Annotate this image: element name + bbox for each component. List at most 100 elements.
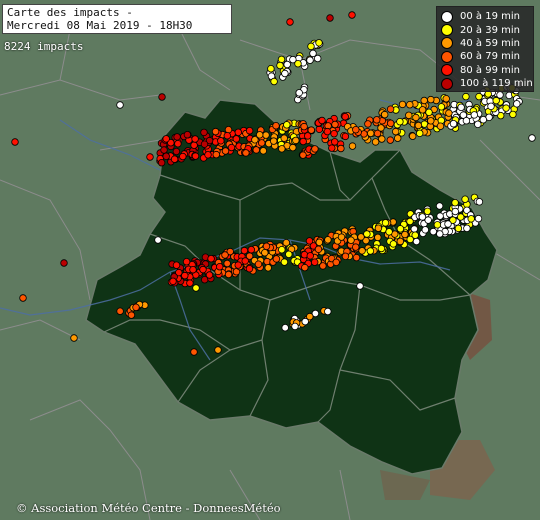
impact-dot bbox=[221, 147, 230, 155]
impact-dot bbox=[146, 153, 154, 161]
impact-dot bbox=[254, 260, 263, 268]
impact-dot bbox=[214, 346, 222, 354]
impact-dot bbox=[436, 122, 445, 130]
impact-dot bbox=[157, 158, 166, 167]
impact-dot bbox=[341, 132, 350, 141]
impact-dot bbox=[11, 138, 19, 146]
impact-dot bbox=[172, 147, 181, 156]
impact-dot bbox=[474, 120, 482, 128]
impact-dot bbox=[463, 224, 471, 232]
impact-dot bbox=[454, 224, 463, 233]
impact-dot bbox=[437, 103, 446, 111]
impact-dot bbox=[406, 235, 414, 244]
legend-label: 40 à 59 min bbox=[460, 37, 520, 49]
impact-dot bbox=[116, 101, 124, 109]
impact-dot bbox=[281, 324, 289, 332]
impact-dot bbox=[487, 102, 495, 110]
impact-dot bbox=[116, 307, 124, 315]
legend-swatch bbox=[441, 24, 453, 37]
impact-dot bbox=[262, 131, 270, 139]
impact-dot bbox=[234, 261, 242, 269]
impact-dot bbox=[363, 230, 371, 238]
impact-dot bbox=[474, 214, 483, 223]
impact-dot bbox=[315, 238, 323, 246]
impact-dot bbox=[224, 270, 233, 279]
impact-dot bbox=[311, 145, 319, 153]
impact-dot bbox=[245, 126, 254, 135]
impact-dot bbox=[331, 138, 339, 146]
impact-dot bbox=[174, 139, 182, 148]
lightning-map[interactable]: Carte des impacts - Mercredi 08 Mai 2019… bbox=[0, 0, 540, 520]
impact-dot bbox=[223, 131, 231, 140]
impact-dot bbox=[200, 128, 208, 137]
impact-dot bbox=[223, 259, 231, 268]
impact-dot bbox=[381, 219, 390, 227]
impact-dot bbox=[278, 145, 286, 153]
impact-dot bbox=[341, 252, 350, 260]
impact-dot bbox=[513, 100, 521, 108]
impact-dot bbox=[425, 108, 433, 116]
impact-dot bbox=[277, 55, 286, 64]
impact-dot bbox=[215, 263, 224, 271]
impact-dot bbox=[442, 94, 450, 103]
impact-dot bbox=[242, 149, 250, 157]
impact-dot bbox=[183, 130, 192, 139]
impact-dot bbox=[262, 242, 271, 250]
impact-dot bbox=[283, 121, 291, 129]
impact-dot bbox=[132, 303, 140, 311]
legend-label: 20 à 39 min bbox=[460, 24, 520, 36]
impact-dot bbox=[241, 257, 249, 265]
impact-dot bbox=[475, 92, 483, 101]
impact-dot bbox=[371, 138, 380, 146]
impact-dot bbox=[421, 226, 429, 234]
impact-dot bbox=[315, 39, 323, 47]
impact-dot bbox=[451, 198, 459, 207]
legend-item: 20 à 39 min bbox=[441, 23, 529, 37]
impact-dot bbox=[306, 252, 314, 260]
impact-dot bbox=[234, 128, 242, 136]
impact-dot bbox=[389, 240, 398, 248]
impact-dot bbox=[190, 141, 198, 149]
impact-dot bbox=[373, 116, 381, 124]
impact-dot bbox=[444, 220, 452, 228]
impact-dot bbox=[294, 60, 302, 68]
impact-dot bbox=[212, 150, 220, 159]
impact-dot bbox=[291, 322, 299, 331]
impact-dot bbox=[314, 245, 323, 253]
impact-dot bbox=[461, 195, 469, 203]
impact-dot bbox=[449, 119, 458, 128]
map-title-line2: Mercredi 08 Mai 2019 - 18H30 bbox=[7, 19, 193, 32]
impact-dot bbox=[328, 144, 336, 152]
impact-dot bbox=[377, 244, 386, 253]
impact-dot bbox=[429, 227, 437, 236]
impact-dot bbox=[367, 129, 375, 137]
impact-dot bbox=[270, 137, 278, 145]
impact-dot bbox=[445, 109, 453, 117]
impact-dot bbox=[304, 132, 312, 140]
legend-swatch bbox=[441, 64, 453, 77]
impact-dot bbox=[406, 100, 414, 109]
impact-dot bbox=[245, 265, 254, 273]
impact-dot bbox=[352, 253, 361, 262]
impact-dot bbox=[170, 155, 179, 163]
impact-dot bbox=[479, 115, 487, 124]
impact-dot bbox=[331, 120, 339, 129]
impact-dot bbox=[337, 144, 345, 153]
legend-label: 60 à 79 min bbox=[460, 51, 520, 63]
impact-dot bbox=[70, 334, 78, 342]
impact-dot bbox=[283, 60, 291, 69]
impact-dot bbox=[158, 93, 166, 101]
impact-dot bbox=[200, 140, 209, 148]
legend-item: 100 à 119 min bbox=[441, 77, 533, 90]
impact-dot bbox=[470, 111, 478, 119]
impact-dot bbox=[162, 152, 170, 160]
impact-dot bbox=[416, 129, 424, 137]
impact-dot bbox=[435, 202, 444, 210]
impact-dot bbox=[281, 69, 289, 78]
impact-dot bbox=[282, 238, 290, 247]
impact-dot bbox=[299, 137, 307, 146]
impact-dot bbox=[306, 56, 314, 64]
impact-dot bbox=[227, 143, 236, 152]
impact-dot bbox=[394, 134, 402, 142]
impact-dot bbox=[191, 152, 200, 160]
